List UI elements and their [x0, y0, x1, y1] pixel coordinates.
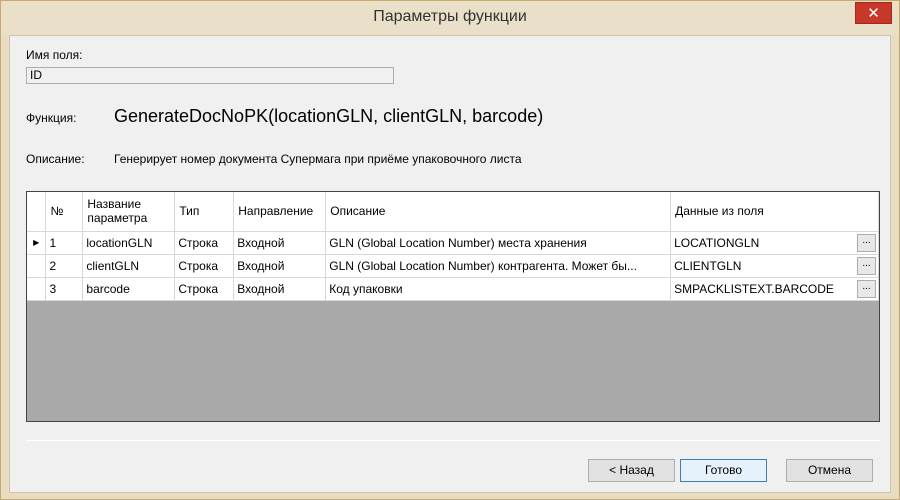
parameters-table: № Название параметра Тип Направление Опи…: [27, 192, 879, 301]
column-header-description[interactable]: Описание: [325, 192, 672, 232]
row-header-cell[interactable]: [27, 254, 47, 278]
cancel-button[interactable]: Отмена: [786, 459, 873, 482]
table-row[interactable]: 3 barcode Строка Входной Код упаковки SM…: [27, 277, 879, 301]
dialog-body: Имя поля: ID Функция: GenerateDocNoPK(lo…: [9, 35, 891, 493]
cell-direction[interactable]: Входной: [233, 254, 327, 278]
row-header-cell[interactable]: [27, 277, 47, 301]
function-signature: GenerateDocNoPK(locationGLN, clientGLN, …: [114, 106, 544, 126]
column-header-field-data[interactable]: Данные из поля: [670, 192, 879, 232]
grid-header-row: № Название параметра Тип Направление Опи…: [27, 192, 879, 232]
title-bar[interactable]: Параметры функции ✕: [1, 1, 899, 35]
column-header-param-name[interactable]: Название параметра: [82, 192, 176, 232]
cell-description[interactable]: GLN (Global Location Number) контрагента…: [325, 254, 672, 278]
cell-param-name[interactable]: barcode: [82, 277, 176, 301]
close-button[interactable]: ✕: [855, 2, 892, 24]
cell-type[interactable]: Строка: [174, 277, 235, 301]
table-row[interactable]: ▶ 1 locationGLN Строка Входной GLN (Glob…: [27, 231, 879, 255]
browse-button[interactable]: ...: [857, 233, 876, 252]
cell-field-data-text: SMPACKLISTEXT.BARCODE: [674, 281, 834, 296]
description-text: Генерирует номер документа Супермага при…: [114, 152, 522, 166]
dialog-window: Параметры функции ✕ Имя поля: ID Функция…: [0, 0, 900, 500]
table-row[interactable]: 2 clientGLN Строка Входной GLN (Global L…: [27, 254, 879, 278]
cell-number[interactable]: 2: [45, 254, 84, 278]
footer-divider: [26, 440, 880, 441]
cell-description[interactable]: Код упаковки: [325, 277, 672, 301]
field-name-label: Имя поля:: [26, 48, 83, 62]
cell-param-name[interactable]: clientGLN: [82, 254, 176, 278]
window-title: Параметры функции: [373, 8, 527, 25]
cell-description[interactable]: GLN (Global Location Number) места хране…: [325, 231, 672, 255]
cell-type[interactable]: Строка: [174, 254, 235, 278]
field-name-input[interactable]: ID: [26, 67, 394, 84]
column-header-number[interactable]: №: [45, 192, 84, 232]
browse-button[interactable]: ...: [857, 256, 876, 275]
column-header-direction[interactable]: Направление: [233, 192, 327, 232]
close-icon: ✕: [867, 5, 880, 22]
cell-param-name[interactable]: locationGLN: [82, 231, 176, 255]
cell-type[interactable]: Строка: [174, 231, 235, 255]
cell-field-data-text: LOCATIONGLN: [674, 235, 760, 250]
cell-direction[interactable]: Входной: [233, 277, 327, 301]
row-header-corner: [27, 192, 47, 232]
description-label: Описание:: [26, 152, 85, 166]
cell-field-data[interactable]: SMPACKLISTEXT.BARCODE ...: [670, 277, 879, 301]
cell-field-data-text: CLIENTGLN: [674, 258, 742, 273]
column-header-type[interactable]: Тип: [174, 192, 235, 232]
done-button[interactable]: Готово: [680, 459, 767, 482]
browse-button[interactable]: ...: [857, 279, 876, 298]
cell-field-data[interactable]: CLIENTGLN ...: [670, 254, 879, 278]
cell-field-data[interactable]: LOCATIONGLN ...: [670, 231, 879, 255]
parameters-grid[interactable]: № Название параметра Тип Направление Опи…: [26, 191, 880, 422]
back-button[interactable]: < Назад: [588, 459, 675, 482]
cell-number[interactable]: 1: [45, 231, 84, 255]
cell-number[interactable]: 3: [45, 277, 84, 301]
cell-direction[interactable]: Входной: [233, 231, 327, 255]
function-label: Функция:: [26, 111, 77, 125]
current-row-icon: ▶: [27, 231, 47, 255]
